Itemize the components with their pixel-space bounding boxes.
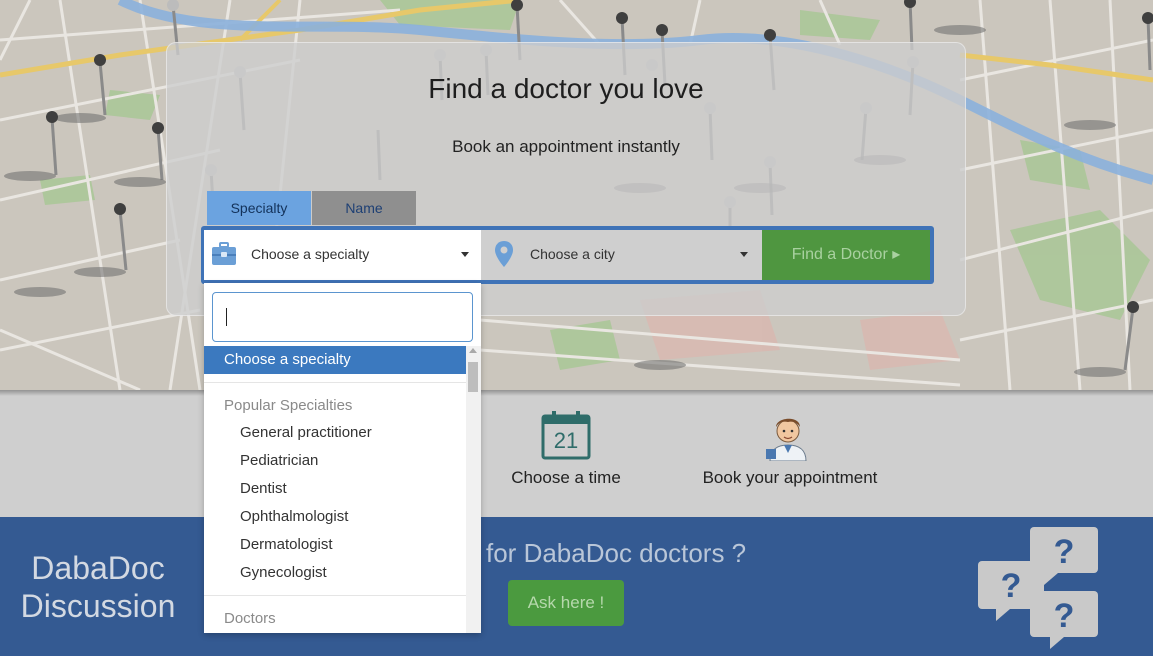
step-label-choose-time: Choose a time xyxy=(511,468,621,487)
dropdown-divider xyxy=(204,382,466,383)
step-label-book-appointment: Book your appointment xyxy=(702,468,878,487)
dropdown-option[interactable]: General practitioner xyxy=(240,424,372,441)
chevron-down-icon xyxy=(461,252,469,257)
page-title: Find a doctor you love xyxy=(428,73,704,104)
find-doctor-button[interactable]: Find a Doctor ▸ xyxy=(762,230,930,280)
dropdown-option[interactable]: Dermatologist xyxy=(240,536,333,553)
discussion-title: DabaDoc Discussion xyxy=(20,550,176,624)
chevron-down-icon xyxy=(740,252,748,257)
dropdown-option[interactable]: Gynecologist xyxy=(240,564,327,581)
calendar-day: 21 xyxy=(553,428,579,453)
text-cursor xyxy=(226,308,227,326)
specialty-select[interactable]: Choose a specialty xyxy=(204,230,481,280)
question-bubbles-icon: ??? xyxy=(974,525,1104,655)
map-pin-icon xyxy=(494,240,514,273)
dropdown-group-label: Doctors xyxy=(224,610,276,627)
dropdown-scrollbar[interactable] xyxy=(466,346,481,633)
svg-text:?: ? xyxy=(1054,597,1075,635)
city-select[interactable]: Choose a city xyxy=(481,230,762,280)
specialty-search-input[interactable] xyxy=(212,292,473,342)
discussion-section: DabaDoc Discussion for DabaDoc doctors ?… xyxy=(0,517,1153,656)
scrollbar-thumb[interactable] xyxy=(468,362,478,392)
briefcase-icon xyxy=(210,240,238,273)
dropdown-option-selected[interactable]: Choose a specialty xyxy=(204,346,466,374)
city-select-value: Choose a city xyxy=(530,246,615,262)
svg-text:?: ? xyxy=(1001,567,1022,605)
dropdown-option[interactable]: Pediatrician xyxy=(240,452,318,469)
svg-text:?: ? xyxy=(1054,533,1075,571)
dropdown-option[interactable]: Ophthalmologist xyxy=(240,508,348,525)
specialty-select-value: Choose a specialty xyxy=(251,246,370,262)
tab-name[interactable]: Name xyxy=(312,191,416,225)
ask-here-button[interactable]: Ask here ! xyxy=(508,580,624,626)
specialty-dropdown: Choose a specialty Popular Specialties G… xyxy=(204,283,481,633)
dropdown-group-label: Popular Specialties xyxy=(224,397,353,414)
scroll-up-arrow-icon[interactable] xyxy=(469,348,477,353)
tab-specialty[interactable]: Specialty xyxy=(207,191,311,225)
steps-section: 21 Choose a time Book your appointment xyxy=(0,390,1153,517)
doctor-icon xyxy=(762,409,814,466)
dropdown-option[interactable]: Dentist xyxy=(240,480,287,497)
page-subtitle: Book an appointment instantly xyxy=(452,137,680,156)
dropdown-divider xyxy=(204,595,466,596)
discussion-question: for DabaDoc doctors ? xyxy=(486,538,747,568)
